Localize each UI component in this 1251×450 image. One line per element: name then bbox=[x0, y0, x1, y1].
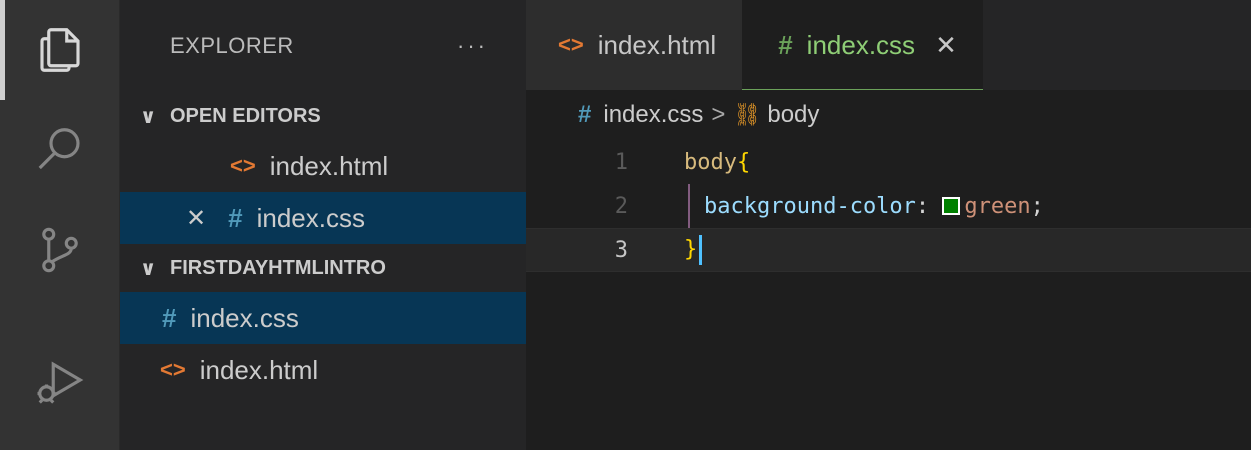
css-file-icon: # bbox=[162, 302, 177, 333]
semicolon: ; bbox=[1030, 193, 1044, 219]
activity-search[interactable] bbox=[0, 100, 120, 200]
line-number: 2 bbox=[614, 193, 628, 219]
tab-bar-empty bbox=[982, 0, 1251, 90]
search-icon bbox=[38, 128, 80, 170]
code-line-current[interactable]: 3 } bbox=[526, 228, 1251, 272]
html-file-icon: <> bbox=[160, 357, 186, 382]
file-name: index.css bbox=[256, 202, 365, 233]
activity-source-control[interactable] bbox=[0, 200, 120, 300]
breadcrumb-separator: > bbox=[711, 101, 726, 128]
open-editor-item-index-css[interactable]: ✕ # index.css bbox=[120, 192, 526, 244]
editor-area: <> index.html # index.css ✕ # index.css … bbox=[526, 0, 1251, 450]
css-file-icon: # bbox=[778, 30, 793, 60]
source-control-icon bbox=[42, 227, 78, 273]
activity-bar bbox=[0, 0, 120, 450]
breadcrumb: # index.css > ⛓ body bbox=[526, 90, 1251, 140]
file-name: index.css bbox=[190, 302, 299, 333]
more-actions-button[interactable]: ··· bbox=[457, 33, 488, 59]
close-icon[interactable]: ✕ bbox=[935, 30, 957, 61]
explorer-title: EXPLORER bbox=[170, 33, 294, 58]
line-content: } bbox=[684, 235, 703, 265]
explorer-sidebar: EXPLORER ··· ∨ OPEN EDITORS <> index.htm… bbox=[120, 0, 526, 450]
css-file-icon: # bbox=[228, 202, 243, 233]
colon: : bbox=[915, 193, 930, 219]
code-line[interactable]: 2 background-color: green; bbox=[526, 184, 1251, 228]
file-name: index.html bbox=[269, 150, 389, 181]
activity-run-debug[interactable] bbox=[0, 330, 120, 430]
open-brace: { bbox=[736, 149, 751, 175]
css-file-icon: # bbox=[578, 101, 592, 128]
section-label: OPEN EDITORS bbox=[170, 104, 321, 127]
editor-tabs: <> index.html # index.css ✕ bbox=[526, 0, 1251, 90]
open-editor-item-index-html[interactable]: <> index.html bbox=[120, 140, 526, 192]
folder-item-index-css[interactable]: # index.css bbox=[120, 292, 526, 344]
tab-label: index.css bbox=[806, 30, 916, 60]
activity-explorer[interactable] bbox=[0, 0, 120, 100]
files-icon bbox=[40, 28, 80, 72]
chevron-down-icon: ∨ bbox=[140, 257, 157, 280]
explorer-header: EXPLORER ··· bbox=[120, 0, 526, 92]
css-property: background-color bbox=[704, 193, 916, 219]
code-line[interactable]: 1 body{ bbox=[526, 140, 1251, 184]
line-content: body{ bbox=[684, 150, 750, 175]
line-number: 3 bbox=[614, 237, 628, 263]
tab-label: index.html bbox=[597, 29, 717, 60]
tab-index-html[interactable]: <> index.html bbox=[526, 0, 743, 90]
html-file-icon: <> bbox=[558, 32, 584, 57]
line-number: 1 bbox=[614, 149, 628, 175]
section-folder[interactable]: ∨ FIRSTDAYHTMLINTRO bbox=[120, 244, 526, 292]
color-swatch[interactable] bbox=[942, 196, 961, 215]
css-value: green bbox=[964, 193, 1031, 219]
file-name: index.html bbox=[199, 354, 319, 385]
symbol-structure-icon: ⛓ bbox=[733, 102, 762, 127]
close-icon[interactable]: ✕ bbox=[186, 204, 206, 233]
breadcrumb-symbol[interactable]: body bbox=[767, 101, 819, 129]
line-content: background-color: green; bbox=[704, 194, 1044, 219]
chevron-down-icon: ∨ bbox=[140, 105, 157, 128]
html-file-icon: <> bbox=[230, 153, 256, 178]
text-cursor bbox=[699, 235, 703, 265]
section-label: FIRSTDAYHTMLINTRO bbox=[170, 256, 386, 279]
folder-item-index-html[interactable]: <> index.html bbox=[120, 344, 526, 396]
breadcrumb-file[interactable]: index.css bbox=[603, 101, 703, 129]
code-editor[interactable]: 1 body{ 2 background-color: green; 3 } bbox=[526, 140, 1251, 272]
css-selector: body bbox=[684, 149, 737, 175]
tab-index-css[interactable]: # index.css ✕ bbox=[742, 0, 983, 90]
run-debug-icon bbox=[37, 361, 84, 404]
close-brace: } bbox=[684, 237, 698, 262]
section-open-editors[interactable]: ∨ OPEN EDITORS bbox=[120, 92, 526, 140]
